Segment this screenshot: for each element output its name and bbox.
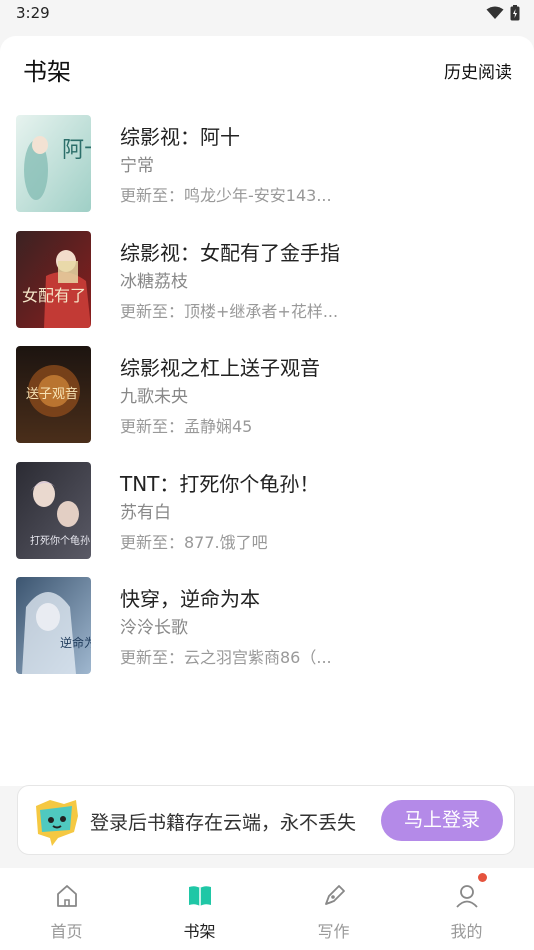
book-title: 快穿，逆命为本	[120, 587, 260, 611]
notification-badge-dot	[478, 873, 487, 882]
tab-profile[interactable]: 我的	[400, 868, 533, 950]
book-author: 泠泠长歌	[120, 618, 188, 638]
book-cover: 阿十	[16, 115, 91, 212]
tab-label: 写作	[317, 922, 350, 941]
status-icons	[486, 5, 520, 21]
login-prompt-text: 登录后书籍存在云端，永不丢失	[90, 812, 357, 834]
book-update: 更新至：877.饿了吧	[120, 533, 268, 552]
cover-title: 阿十	[62, 138, 91, 163]
cover-title: 逆命为本	[60, 635, 91, 650]
bookshelf-content: 阿十 综影视：阿十 宁常 更新至：鸣龙少年-安安143... 女配有了 综影视	[0, 96, 534, 786]
book-cover: 送子观音	[16, 346, 91, 443]
profile-icon	[455, 885, 478, 908]
battery-icon	[510, 5, 520, 21]
book-update: 更新至：鸣龙少年-安安143...	[120, 186, 332, 205]
book-cover: 女配有了	[16, 231, 91, 328]
tab-bookshelf[interactable]: 书架	[133, 868, 266, 950]
book-update: 更新至：孟静娴45	[120, 417, 253, 436]
book-cover: 逆命为本	[16, 577, 91, 674]
login-banner: 登录后书籍存在云端，永不丢失 马上登录	[17, 785, 515, 855]
cover-title: 送子观音	[26, 386, 78, 402]
book-update: 更新至：云之羽宫紫商86（...	[120, 648, 332, 667]
tab-home[interactable]: 首页	[0, 868, 133, 950]
tab-writing[interactable]: 写作	[267, 868, 400, 950]
status-bar: 3:29	[0, 0, 534, 28]
book-title: 综影视：阿十	[120, 125, 240, 149]
book-author: 宁常	[120, 156, 154, 176]
cover-title: 打死你个龟孙	[30, 534, 90, 547]
book-cover: 打死你个龟孙	[16, 462, 91, 559]
tab-label: 书架	[183, 922, 216, 941]
home-icon	[56, 885, 77, 907]
status-time: 3:29	[16, 4, 50, 22]
book-item[interactable]: 送子观音 综影视之杠上送子观音 九歌未央 更新至：孟静娴45	[0, 346, 534, 444]
login-button[interactable]: 马上登录	[381, 800, 503, 841]
cover-title: 女配有了	[22, 286, 86, 305]
book-item[interactable]: 打死你个龟孙 TNT：打死你个龟孙！ 苏有白 更新至：877.饿了吧	[0, 462, 534, 560]
tab-label: 我的	[450, 922, 483, 941]
book-item[interactable]: 逆命为本 快穿，逆命为本 泠泠长歌 更新至：云之羽宫紫商86（...	[0, 577, 534, 675]
pen-icon	[324, 885, 345, 905]
header: 书架 历史阅读	[0, 36, 534, 96]
tab-label: 首页	[50, 922, 83, 941]
book-item[interactable]: 女配有了 综影视：女配有了金手指 冰糖荔枝 更新至：顶楼+继承者+花样...	[0, 231, 534, 329]
book-title: 综影视：女配有了金手指	[120, 241, 340, 265]
book-author: 苏有白	[120, 503, 171, 523]
mascot-icon	[36, 800, 78, 846]
bottom-tab-bar: 首页 书架 写作 我的	[0, 868, 534, 950]
wifi-icon	[486, 6, 504, 19]
book-author: 九歌未央	[120, 387, 188, 407]
book-author: 冰糖荔枝	[120, 272, 188, 292]
history-reading-link[interactable]: 历史阅读	[444, 58, 512, 83]
page-title: 书架	[23, 58, 71, 86]
book-title: TNT：打死你个龟孙！	[120, 472, 320, 496]
bookshelf-icon	[188, 886, 211, 906]
book-title: 综影视之杠上送子观音	[120, 356, 320, 380]
book-item[interactable]: 阿十 综影视：阿十 宁常 更新至：鸣龙少年-安安143...	[0, 115, 534, 213]
book-update: 更新至：顶楼+继承者+花样...	[120, 302, 339, 321]
